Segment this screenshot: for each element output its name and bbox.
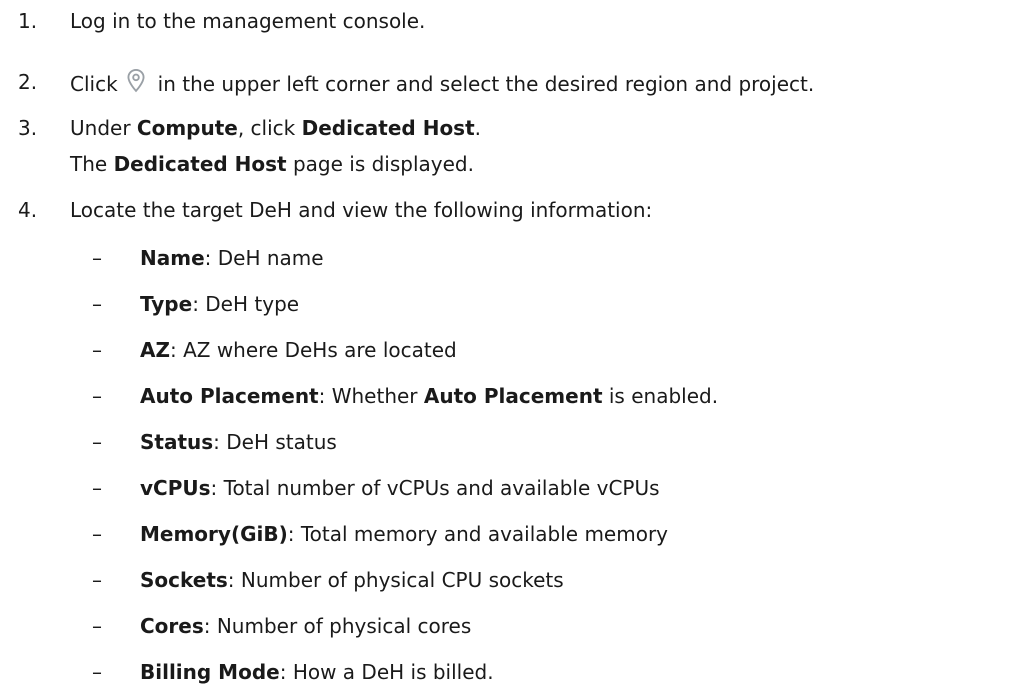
bold-term: Compute bbox=[136, 116, 238, 140]
field-desc-end: is enabled. bbox=[602, 384, 719, 408]
field-text: Cores: Number of physical cores bbox=[140, 611, 471, 641]
field-desc: : Total memory and available memory bbox=[287, 522, 669, 546]
bullet-dash: – bbox=[92, 338, 102, 362]
field-text: Memory(GiB): Total memory and available … bbox=[140, 519, 668, 549]
step-result-text: The Dedicated Host page is displayed. bbox=[70, 149, 474, 179]
field-desc: : AZ where DeHs are located bbox=[169, 338, 457, 362]
field-text: Status: DeH status bbox=[140, 427, 337, 457]
field-desc: : DeH name bbox=[204, 246, 324, 270]
field-name: Billing Mode bbox=[140, 660, 280, 684]
bullet-dash: – bbox=[92, 246, 102, 270]
field-text: Billing Mode: How a DeH is billed. bbox=[140, 657, 494, 687]
field-text: AZ: AZ where DeHs are located bbox=[140, 335, 457, 365]
field-name: Sockets bbox=[140, 568, 228, 592]
bullet-dash: – bbox=[92, 384, 102, 408]
step-text-post: . bbox=[474, 116, 482, 140]
step-number: 3. bbox=[18, 116, 38, 140]
step-text-pre: Under bbox=[70, 116, 137, 140]
bold-term: Dedicated Host bbox=[301, 116, 475, 140]
bullet-dash: – bbox=[92, 614, 102, 638]
step-number: 1. bbox=[18, 9, 38, 33]
field-name: vCPUs bbox=[140, 476, 211, 500]
bullet-dash: – bbox=[92, 568, 102, 592]
bullet-dash: – bbox=[92, 522, 102, 546]
field-desc: : Total number of vCPUs and available vC… bbox=[210, 476, 660, 500]
field-text: Type: DeH type bbox=[140, 289, 299, 319]
step-number: 4. bbox=[18, 198, 38, 222]
result-text-post: page is displayed. bbox=[286, 152, 474, 176]
field-desc: : DeH status bbox=[213, 430, 337, 454]
field-name: Type bbox=[140, 292, 193, 316]
bold-term: Dedicated Host bbox=[113, 152, 287, 176]
step-text-pre: Click bbox=[70, 72, 118, 96]
field-name-inline: Auto Placement bbox=[423, 384, 603, 408]
bullet-dash: – bbox=[92, 292, 102, 316]
field-desc: : Number of physical cores bbox=[203, 614, 472, 638]
field-desc: : Whether bbox=[318, 384, 424, 408]
field-text: vCPUs: Total number of vCPUs and availab… bbox=[140, 473, 660, 503]
field-name: Memory(GiB) bbox=[140, 522, 288, 546]
step-text-mid: , click bbox=[237, 116, 302, 140]
field-text: Name: DeH name bbox=[140, 243, 324, 273]
step-text: Locate the target DeH and view the follo… bbox=[70, 198, 653, 222]
result-text-pre: The bbox=[70, 152, 114, 176]
step-text: Click in the upper left corner and selec… bbox=[70, 67, 814, 99]
bullet-dash: – bbox=[92, 430, 102, 454]
field-name: Name bbox=[140, 246, 205, 270]
step-number: 2. bbox=[18, 70, 38, 94]
step-text: Log in to the management console. bbox=[70, 9, 426, 33]
bullet-dash: – bbox=[92, 660, 102, 684]
field-name: Auto Placement bbox=[140, 384, 319, 408]
step-text-post: in the upper left corner and select the … bbox=[157, 72, 815, 96]
field-desc: : How a DeH is billed. bbox=[279, 660, 494, 684]
field-name: AZ bbox=[140, 338, 170, 362]
field-name: Status bbox=[140, 430, 214, 454]
field-name: Cores bbox=[140, 614, 204, 638]
step-text: Under Compute, click Dedicated Host. bbox=[70, 113, 481, 143]
bullet-dash: – bbox=[92, 476, 102, 500]
field-text: Auto Placement: Whether Auto Placement i… bbox=[140, 381, 718, 411]
field-desc: : Number of physical CPU sockets bbox=[227, 568, 564, 592]
field-text: Sockets: Number of physical CPU sockets bbox=[140, 565, 564, 595]
location-pin-icon bbox=[127, 68, 145, 93]
field-desc: : DeH type bbox=[192, 292, 300, 316]
